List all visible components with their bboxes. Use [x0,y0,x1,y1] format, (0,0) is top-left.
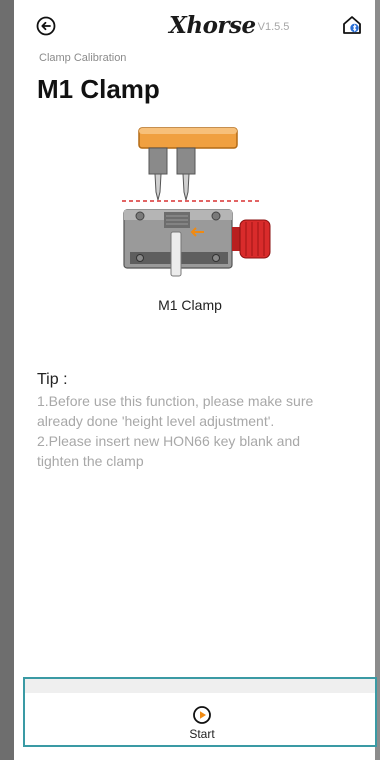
tip-line: already done 'height level adjustment'. [37,413,275,429]
m1-clamp-illustration [122,127,271,277]
start-label: Start [189,727,215,741]
tip-line: 1.Before use this function, please make … [37,393,314,409]
home-bluetooth-icon [343,16,361,34]
brand-name: Xhorse [169,12,256,39]
page-subtitle: Clamp Calibration [39,52,127,64]
tip-line: tighten the clamp [37,453,144,469]
start-button[interactable]: Start [182,705,222,745]
tip-line: 2.Please insert new HON66 key blank and [37,433,301,449]
app-version: V1.5.5 [257,21,290,33]
bottom-bar-divider [25,679,375,693]
tip-title: Tip : [37,371,68,388]
device-frame-left [0,0,14,760]
back-arrow-circle-icon [36,16,56,36]
page-title: M1 Clamp [37,74,160,104]
brand-logo: Xhorse V1.5.5 [169,12,299,40]
device-frame-right [375,0,380,760]
play-circle-icon [193,706,211,724]
illustration-caption: M1 Clamp [158,297,222,313]
back-button[interactable] [36,16,56,36]
top-bar: Xhorse V1.5.5 [14,0,375,46]
bottom-action-bar: Start [23,677,377,747]
home-button[interactable] [341,14,363,36]
